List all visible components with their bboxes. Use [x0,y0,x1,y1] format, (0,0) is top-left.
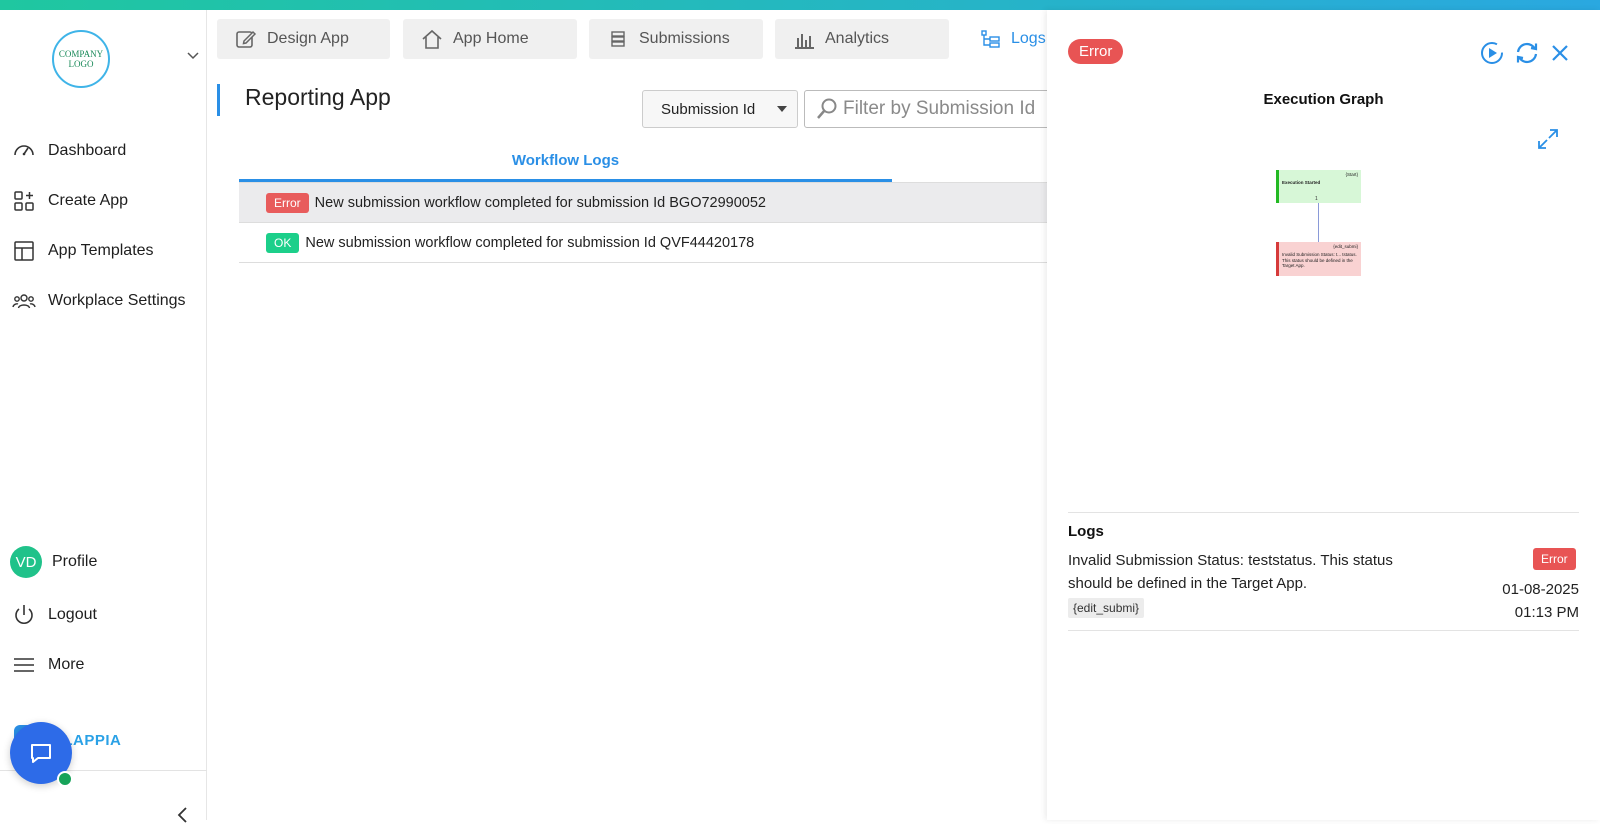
list-item[interactable]: Error New submission workflow completed … [239,183,1047,223]
search-box[interactable] [804,90,1054,128]
sidebar-item-profile[interactable]: VD Profile [10,546,98,578]
tab-label: Analytics [825,30,890,47]
divider [1068,630,1579,631]
caret-down-icon [777,106,787,112]
filter-field-select[interactable]: Submission Id [642,90,798,128]
title-accent [217,84,220,116]
sidebar-item-label: Logout [48,606,97,623]
menu-icon [14,658,34,672]
tab-label: Logs [1011,30,1046,47]
gauge-icon [14,145,34,156]
sidebar-item-label: App Templates [48,242,154,259]
log-time: 01:13 PM [1514,604,1579,621]
sidebar-item-label: More [48,656,85,673]
bar-chart-icon [795,34,814,49]
log-timestamp: 01-08-2025 01:13 PM [1427,578,1579,624]
status-badge: Error [1068,39,1124,64]
main-content: Design App App Home Submissions Analytic… [207,10,1054,820]
search-icon [817,98,837,119]
divider [1068,512,1579,513]
status-badge: Error [1533,548,1576,570]
refresh-icon[interactable] [1514,40,1540,66]
graph-edge [1318,203,1319,242]
template-icon [14,241,34,261]
sidebar: COMPANY LOGO Dashboard Create App App Te… [0,10,207,823]
tab-workflow-logs[interactable]: Workflow Logs [239,150,892,182]
row-text: New submission workflow completed for su… [314,194,766,211]
chevron-left-icon[interactable] [176,806,190,824]
sidebar-item-workplace-settings[interactable]: Workplace Settings [12,285,186,317]
tab-submissions[interactable]: Submissions [589,19,763,59]
select-value: Submission Id [661,100,756,118]
sidebar-item-app-templates[interactable]: App Templates [12,235,154,267]
edit-icon [236,30,257,48]
page-title: Reporting App [245,84,391,110]
power-icon [15,605,33,624]
replay-icon[interactable] [1479,40,1505,66]
sidebar-item-label: Profile [52,553,98,570]
node-tag: {Start} [1345,172,1358,177]
search-input[interactable] [843,98,1043,120]
database-icon [611,31,625,47]
sidebar-item-label: Workplace Settings [48,292,186,309]
logs-heading: Logs [1068,523,1104,540]
chat-icon [31,744,51,763]
node-title: Invalid Submission Status: t... tstatus.… [1282,252,1357,268]
graph-node-error[interactable]: {edit_submi} Invalid Submission Status: … [1276,242,1361,276]
tab-analytics[interactable]: Analytics [775,19,949,59]
tab-label: App Home [453,30,529,47]
tab-label: Design App [267,30,349,47]
chevron-down-icon[interactable] [186,48,200,62]
sidebar-item-label: Create App [48,192,129,209]
company-logo[interactable]: COMPANY LOGO [52,30,110,88]
log-message: Invalid Submission Status: teststatus. T… [1068,552,1393,592]
sidebar-item-create-app[interactable]: Create App [12,185,128,217]
sidebar-item-more[interactable]: More [12,649,84,681]
avatar: VD [10,546,42,578]
sidebar-item-label: Dashboard [48,142,127,159]
node-title: Execution Started [1282,180,1321,185]
online-status-dot [57,771,73,787]
top-accent-bar [0,0,1600,10]
log-date: 01-08-2025 [1502,581,1579,598]
expand-icon[interactable] [1537,128,1559,150]
status-badge: Error [266,192,309,213]
grid-plus-icon [14,191,34,211]
tab-design-app[interactable]: Design App [217,19,390,59]
edge-label: 1 [1315,196,1318,202]
workflow-icon [981,30,1000,48]
list-item[interactable]: OK New submission workflow completed for… [239,223,1047,263]
node-tag: {edit_submi} [1333,244,1358,249]
graph-node-start[interactable]: {Start} Execution Started [1276,170,1361,203]
execution-graph-title: Execution Graph [1263,91,1384,108]
sidebar-item-dashboard[interactable]: Dashboard [12,135,126,167]
company-logo-text: COMPANY LOGO [58,49,104,69]
tab-app-home[interactable]: App Home [403,19,577,59]
status-badge: OK [266,232,300,253]
tab-logs[interactable]: Logs [961,19,1047,59]
users-icon [12,294,36,309]
sidebar-item-logout[interactable]: Logout [12,599,97,631]
node-chip: {edit_submi} [1068,598,1145,618]
tab-label: Submissions [639,30,730,47]
execution-detail-panel: Error Execution Graph {Start} Execution … [1047,10,1600,820]
home-icon [422,29,442,49]
row-text: New submission workflow completed for su… [305,234,755,251]
close-icon[interactable] [1547,40,1573,66]
